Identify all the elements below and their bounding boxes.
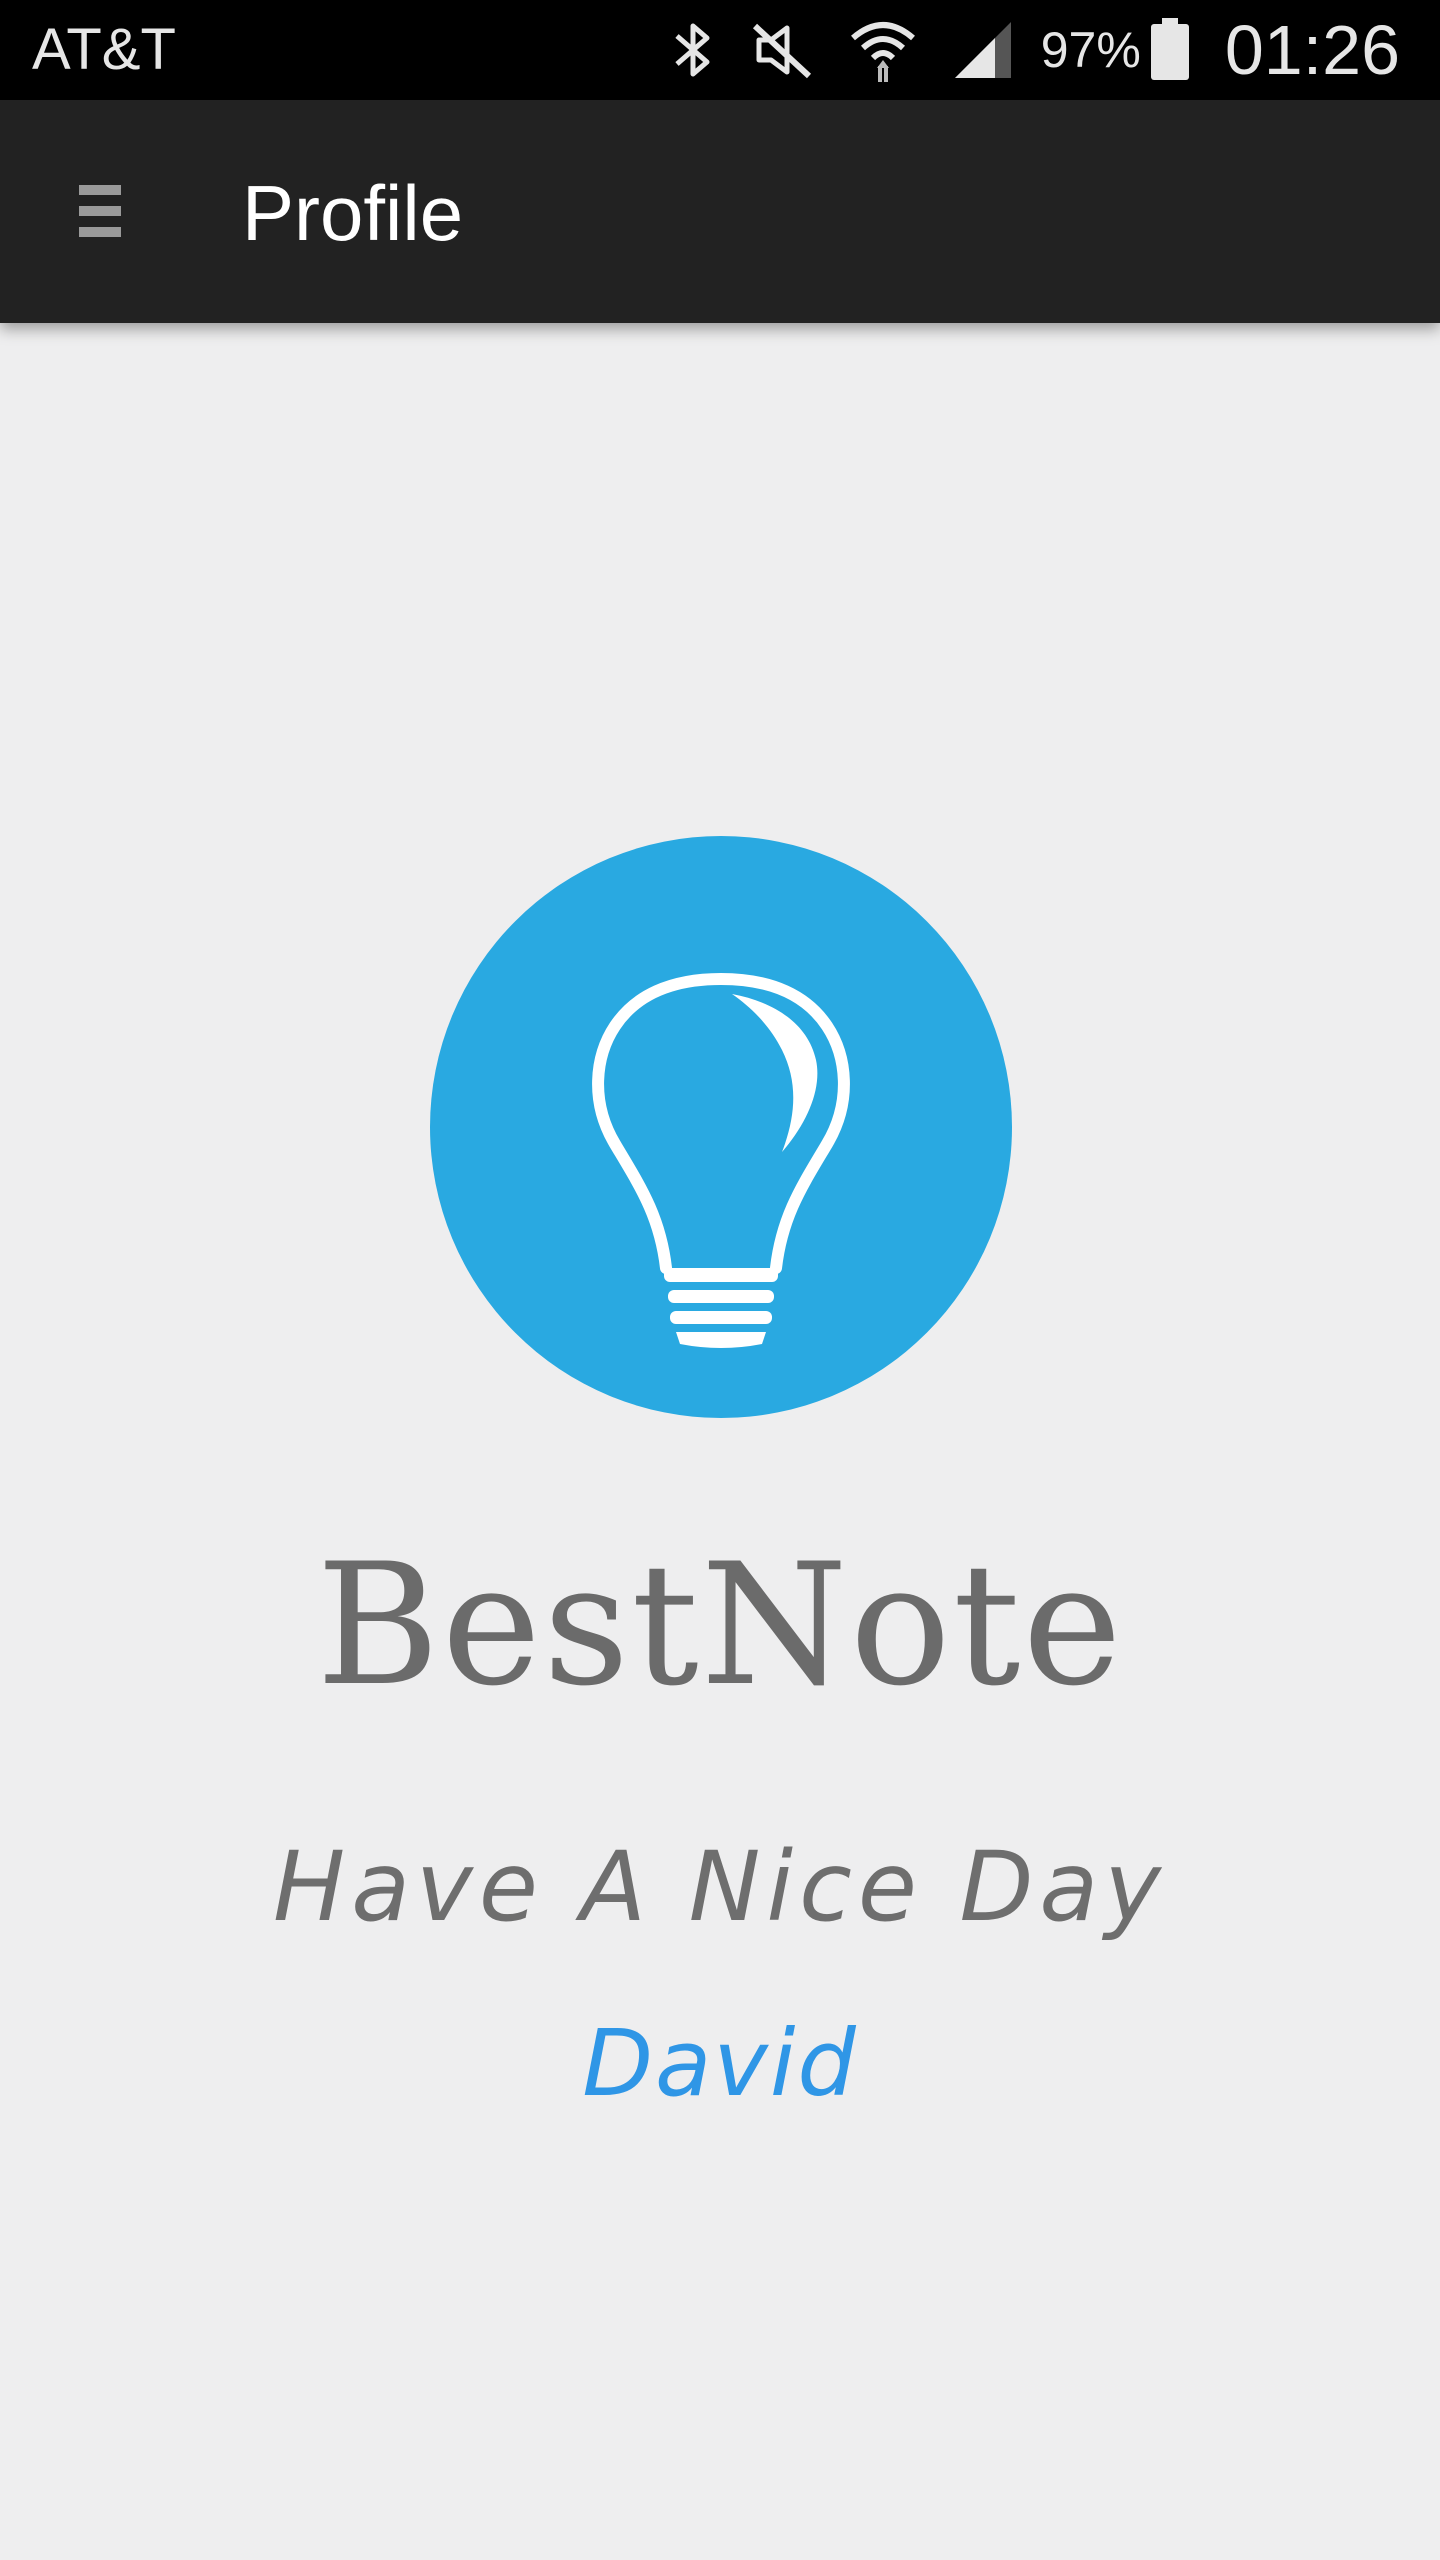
app-logo: [430, 836, 1012, 1418]
hamburger-menu-icon[interactable]: [60, 176, 140, 246]
battery-icon: [1149, 18, 1191, 82]
bluetooth-icon: [671, 18, 715, 82]
status-bar: AT&T 97% 01:26: [0, 0, 1440, 100]
wifi-icon: [849, 16, 917, 84]
carrier-label: AT&T: [32, 17, 176, 82]
app-bar: Profile: [0, 100, 1440, 323]
status-icons: 97% 01:26: [637, 0, 1400, 100]
signal-icon: [951, 18, 1015, 82]
greeting-text: Have A Nice Day: [273, 1831, 1167, 1943]
lightbulb-icon: [592, 973, 850, 1348]
app-name: BestNote: [316, 1527, 1124, 1723]
page-title: Profile: [242, 169, 464, 257]
muted-icon: [749, 20, 815, 80]
clock: 01:26: [1224, 11, 1400, 89]
user-name: David: [582, 2010, 858, 2117]
battery-percent: 97%: [1040, 22, 1141, 78]
